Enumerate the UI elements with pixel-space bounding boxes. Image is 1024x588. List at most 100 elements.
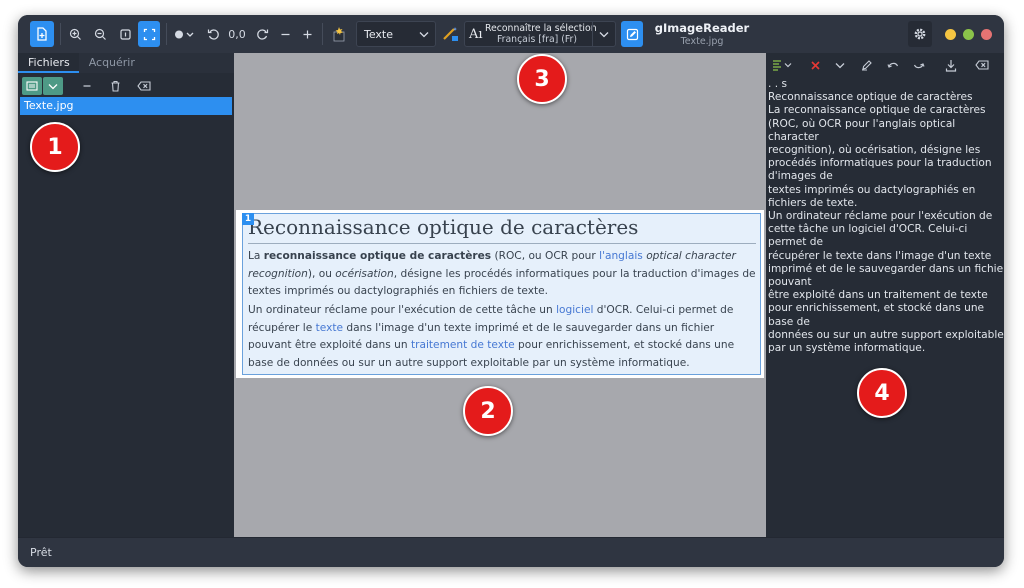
recognition-selection[interactable] xyxy=(242,213,761,375)
zoom-fit-button[interactable] xyxy=(138,21,160,47)
recognize-language: Français [fra] (Fr) xyxy=(496,34,578,45)
zoom-in-button[interactable] xyxy=(64,21,86,47)
clear-output-button[interactable] xyxy=(806,56,824,74)
auto-layout-button[interactable] xyxy=(328,21,350,47)
gear-icon xyxy=(914,28,926,40)
output-panel: . . s Reconnaissance optique de caractèr… xyxy=(766,53,1004,537)
app-window: 0,0 Texte Aı Reconnaître la sélection Fr… xyxy=(18,15,1004,567)
recognize-label: Reconnaître la sélection xyxy=(485,23,597,34)
status-bar: Prêt xyxy=(18,537,1004,567)
recognize-selection-button[interactable]: Aı Reconnaître la sélection Français [fr… xyxy=(464,21,616,47)
output-text-area[interactable]: . . s Reconnaissance optique de caractèr… xyxy=(768,78,1004,355)
clear-icon xyxy=(975,60,989,70)
redo-icon xyxy=(913,63,925,69)
output-line: pouvant xyxy=(768,276,812,289)
output-line: procédés informatiques pour la traductio… xyxy=(768,157,992,170)
trash-icon xyxy=(111,80,119,92)
output-line: character xyxy=(768,130,819,143)
download-icon xyxy=(945,59,957,72)
brightness-menu-button[interactable] xyxy=(170,21,198,47)
tab-files[interactable]: Fichiers xyxy=(18,53,79,73)
output-options-button[interactable] xyxy=(832,56,848,74)
minus-icon xyxy=(281,33,289,35)
delete-source-button[interactable] xyxy=(106,77,124,95)
redo-button[interactable] xyxy=(910,56,928,74)
rotation-value[interactable]: 0,0 xyxy=(224,21,250,47)
clear-text-button[interactable] xyxy=(972,56,992,74)
text-icon: Aı xyxy=(469,27,483,42)
undo-button[interactable] xyxy=(884,56,902,74)
file-list-item[interactable]: Texte.jpg xyxy=(20,97,232,115)
annotation-badge-4: 4 xyxy=(857,368,907,418)
clear-icon xyxy=(137,81,151,91)
zoom-out-icon xyxy=(94,28,106,40)
edit-pen-icon xyxy=(862,60,872,71)
output-line: cette tâche un logiciel d'OCR. Celui-ci xyxy=(768,223,968,236)
output-line: fichiers de texte. xyxy=(768,196,858,209)
scanned-image: Reconnaissance optique de caractères La … xyxy=(236,210,764,378)
output-line: base de xyxy=(768,315,810,328)
remove-source-button[interactable] xyxy=(78,77,96,95)
close-button[interactable] xyxy=(981,29,992,40)
folder-add-icon xyxy=(26,81,38,91)
output-line: Un ordinateur réclame pour l'exécution d… xyxy=(768,210,993,223)
maximize-button[interactable] xyxy=(963,29,974,40)
clear-sources-button[interactable] xyxy=(134,77,154,95)
output-line: textes imprimés ou dactylographiés en xyxy=(768,183,976,196)
output-mode-select[interactable]: Texte xyxy=(356,21,436,47)
image-adjust-icon xyxy=(175,30,194,38)
chevron-down-icon xyxy=(835,62,845,68)
minus-icon xyxy=(83,85,91,87)
selection-number: 1 xyxy=(242,213,254,225)
output-line: (ROC, où OCR pour l'anglais optical xyxy=(768,117,956,130)
minimize-button[interactable] xyxy=(945,29,956,40)
output-line: pour enrichissement, et stocké dans une xyxy=(768,302,985,315)
output-line: d'images de xyxy=(768,170,833,183)
output-line: récupérer le texte dans l'image d'un tex… xyxy=(768,249,992,262)
ocr-mode-button[interactable] xyxy=(440,21,462,47)
main-toolbar: 0,0 Texte Aı Reconnaître la sélection Fr… xyxy=(18,15,1004,53)
find-replace-button[interactable] xyxy=(858,56,876,74)
tab-acquire[interactable]: Acquérir xyxy=(79,53,144,73)
language-dropdown-button[interactable] xyxy=(592,22,615,46)
magic-wand-icon xyxy=(333,27,345,42)
save-output-button[interactable] xyxy=(942,56,960,74)
app-name: gImageReader xyxy=(654,21,750,35)
output-mode-menu-button[interactable] xyxy=(770,56,796,74)
output-line: permet de xyxy=(768,236,824,249)
zoom-fit-icon xyxy=(143,28,155,40)
annotation-badge-1: 1 xyxy=(30,122,80,172)
settings-button[interactable] xyxy=(908,21,932,47)
increase-button[interactable] xyxy=(298,21,316,47)
output-line: Reconnaissance optique de caractères xyxy=(768,91,973,104)
chevron-down-icon xyxy=(599,31,609,37)
output-line: par un système informatique. xyxy=(768,342,926,355)
decrease-button[interactable] xyxy=(276,21,294,47)
rotate-left-button[interactable] xyxy=(203,21,223,47)
zoom-original-icon xyxy=(119,28,131,40)
current-file-name: Texte.jpg xyxy=(680,36,724,47)
zoom-out-button[interactable] xyxy=(89,21,111,47)
annotation-badge-2: 2 xyxy=(463,386,513,436)
chevron-down-icon xyxy=(419,32,429,38)
zoom-original-button[interactable] xyxy=(114,21,136,47)
add-image-button[interactable] xyxy=(30,21,54,47)
annotation-badge-3: 3 xyxy=(517,54,567,104)
output-line: . . s xyxy=(768,78,787,90)
rotate-right-button[interactable] xyxy=(252,21,272,47)
output-line: recognition), où océrisation, désigne le… xyxy=(768,144,981,157)
undo-icon xyxy=(887,62,899,68)
close-icon xyxy=(810,60,820,70)
add-folder-button[interactable] xyxy=(22,77,42,95)
output-line: imprimé et de le sauvegarder dans un fic… xyxy=(768,262,1004,275)
output-line: La reconnaissance optique de caractères xyxy=(768,104,986,117)
output-mode-value: Texte xyxy=(364,27,394,41)
image-canvas[interactable]: Reconnaissance optique de caractères La … xyxy=(234,53,766,537)
add-source-menu-button[interactable] xyxy=(43,77,63,95)
window-title: gImageReader Texte.jpg xyxy=(622,21,782,47)
status-text: Prêt xyxy=(30,546,52,559)
output-line: être exploité dans un traitement de text… xyxy=(768,289,988,302)
text-lines-icon xyxy=(773,60,792,71)
sources-tabs: Fichiers Acquérir xyxy=(18,53,234,73)
plus-icon xyxy=(303,30,311,38)
